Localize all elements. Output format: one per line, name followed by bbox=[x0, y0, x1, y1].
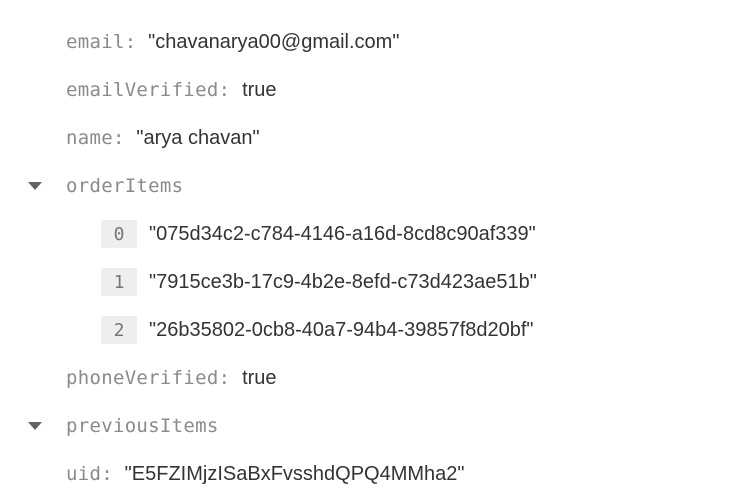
field-colon: : bbox=[218, 79, 231, 101]
array-item-value: "7915ce3b-17c9-4b2e-8efd-c73d423ae51b" bbox=[149, 270, 537, 293]
field-colon: : bbox=[112, 127, 125, 149]
field-value: "E5FZIMjzISaBxFvsshdQPQ4MMha2" bbox=[124, 462, 465, 485]
field-row-previousItems[interactable]: previousItems bbox=[66, 406, 219, 446]
field-key: phoneVerified bbox=[66, 367, 219, 389]
field-row-phoneVerified[interactable]: phoneVerified: true bbox=[66, 358, 277, 398]
field-key: name bbox=[66, 127, 113, 149]
array-item-value: "26b35802-0cb8-40a7-94b4-39857f8d20bf" bbox=[149, 318, 534, 341]
caret-down-icon[interactable] bbox=[28, 182, 42, 190]
array-item[interactable]: 1 "7915ce3b-17c9-4b2e-8efd-c73d423ae51b" bbox=[101, 262, 537, 302]
field-value: true bbox=[242, 366, 277, 389]
field-colon: : bbox=[218, 367, 231, 389]
field-colon: : bbox=[101, 463, 113, 485]
field-row-uid[interactable]: uid: "E5FZIMjzISaBxFvsshdQPQ4MMha2" bbox=[66, 454, 465, 494]
field-value: true bbox=[242, 78, 277, 101]
array-index-badge: 0 bbox=[101, 220, 137, 248]
firestore-document-fields: email: "chavanarya00@gmail.com" emailVer… bbox=[0, 0, 742, 495]
field-row-emailVerified[interactable]: emailVerified: true bbox=[66, 70, 277, 110]
caret-down-icon[interactable] bbox=[28, 422, 42, 430]
field-key: email bbox=[66, 31, 125, 53]
field-row-orderItems[interactable]: orderItems bbox=[66, 166, 183, 206]
field-key: emailVerified bbox=[66, 79, 219, 101]
field-value: "arya chavan" bbox=[136, 126, 260, 149]
field-key: uid bbox=[66, 463, 102, 485]
field-colon: : bbox=[124, 31, 137, 53]
field-key: previousItems bbox=[66, 415, 219, 437]
array-item[interactable]: 0 "075d34c2-c784-4146-a16d-8cd8c90af339" bbox=[101, 214, 536, 254]
array-index-badge: 2 bbox=[101, 316, 137, 344]
array-item[interactable]: 2 "26b35802-0cb8-40a7-94b4-39857f8d20bf" bbox=[101, 310, 534, 350]
array-index-badge: 1 bbox=[101, 268, 137, 296]
field-value: "chavanarya00@gmail.com" bbox=[148, 30, 400, 53]
field-key: orderItems bbox=[66, 175, 184, 197]
array-item-value: "075d34c2-c784-4146-a16d-8cd8c90af339" bbox=[149, 222, 536, 245]
field-row-name[interactable]: name: "arya chavan" bbox=[66, 118, 260, 158]
field-row-email[interactable]: email: "chavanarya00@gmail.com" bbox=[66, 22, 399, 62]
